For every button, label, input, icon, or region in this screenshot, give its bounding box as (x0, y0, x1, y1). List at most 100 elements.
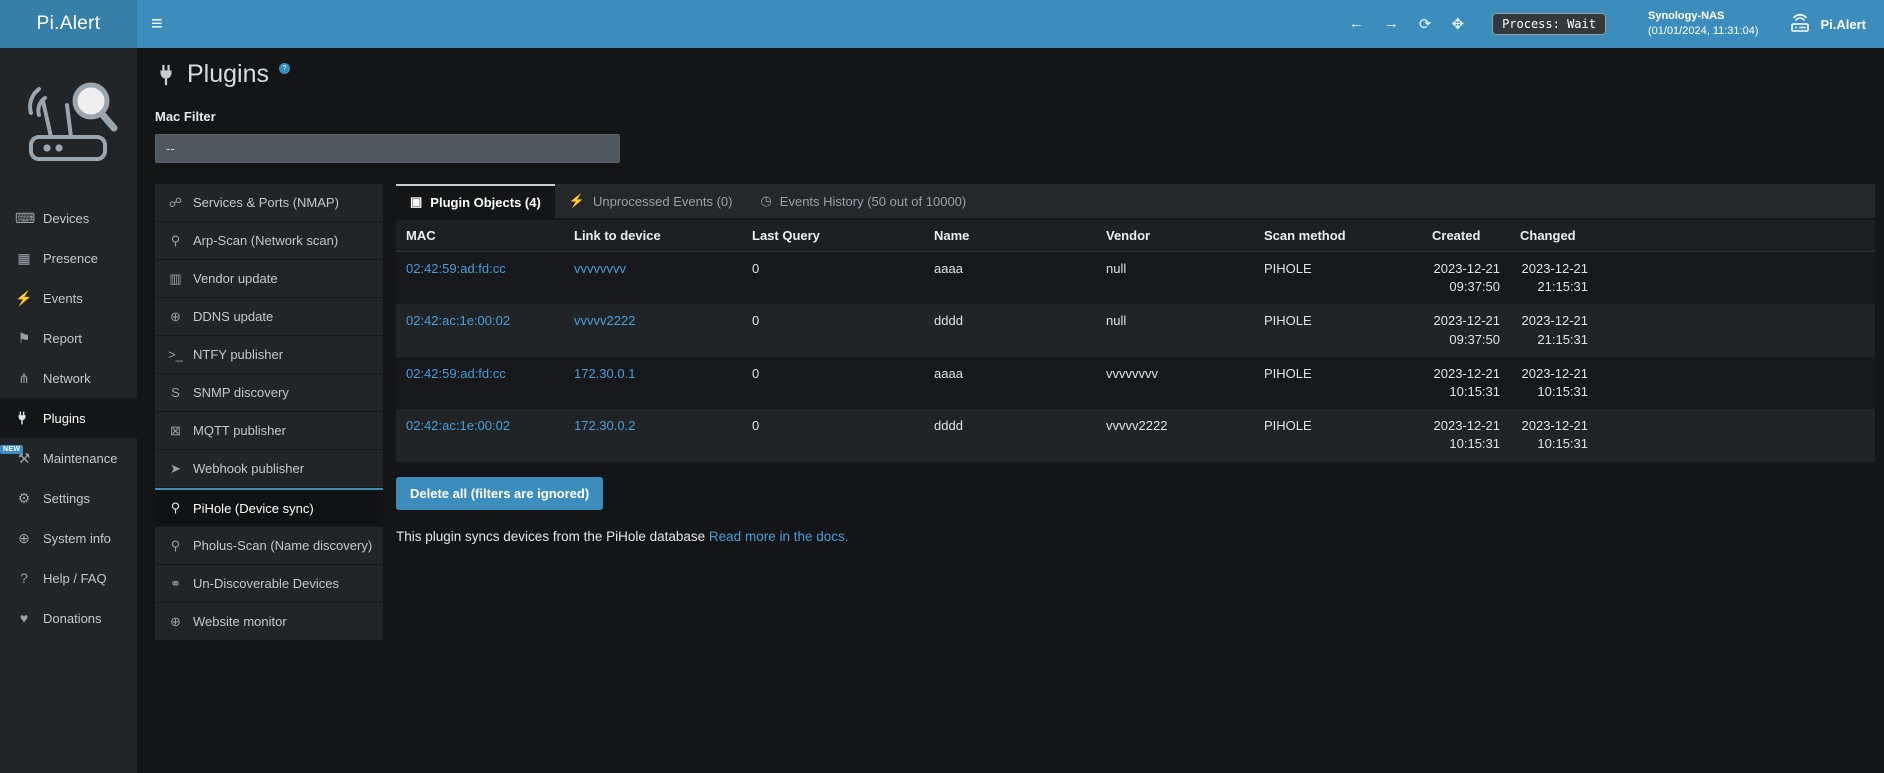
sidebar-item-system-info[interactable]: ⊕ System info (0, 518, 137, 558)
plugin-nav-mqtt-publisher[interactable]: ⊠ MQTT publisher (155, 412, 383, 450)
terminal-icon: >_ (167, 347, 184, 362)
search-icon: ⚲ (167, 500, 184, 516)
sidebar-item-presence[interactable]: ▦ Presence (0, 238, 137, 278)
sidebar-item-label: Devices (43, 211, 89, 226)
mac-link[interactable]: 02:42:ac:1e:00:02 (406, 313, 510, 328)
sidebar-item-donations[interactable]: ♥ Donations (0, 598, 137, 638)
cell-name: dddd (924, 409, 1096, 461)
sidebar-item-plugins[interactable]: Plugins (0, 398, 137, 438)
sidebar-item-network[interactable]: ⋔ Network (0, 358, 137, 398)
plugin-nav-label: NTFY publisher (193, 347, 283, 362)
plugin-nav-label: Website monitor (193, 614, 287, 629)
cell-last-query: 0 (742, 252, 924, 305)
col-header-name: Name (924, 220, 1096, 252)
sidebar-item-settings[interactable]: ⚙ Settings (0, 478, 137, 518)
table-row: 02:42:ac:1e:00:02 vvvvv2222 0 dddd null … (396, 304, 1875, 356)
bolt-icon: ⚡ (569, 193, 585, 209)
plugin-nav-ntfy-publisher[interactable]: >_ NTFY publisher (155, 336, 383, 374)
tab-plugin-objects[interactable]: ▣ Plugin Objects (4) (396, 184, 555, 218)
docs-link[interactable]: Read more in the docs. (709, 529, 849, 544)
device-name: Synology-NAS (1648, 9, 1759, 24)
new-badge: NEW (0, 445, 23, 454)
globe-icon: ⊕ (15, 530, 33, 547)
send-icon: ➤ (167, 461, 184, 477)
mac-link[interactable]: 02:42:59:ad:fd:cc (406, 261, 506, 276)
nmap-icon: ☍ (167, 195, 184, 211)
delete-all-button[interactable]: Delete all (filters are ignored) (396, 477, 603, 510)
docs-info-badge[interactable]: ? (279, 63, 290, 74)
plugin-nav-snmp-discovery[interactable]: S SNMP discovery (155, 374, 383, 412)
clock-icon: ◷ (760, 193, 771, 209)
col-header-link: Link to device (564, 220, 742, 252)
cell-last-query: 0 (742, 304, 924, 356)
plugin-nav-arp-scan[interactable]: ⚲ Arp-Scan (Network scan) (155, 222, 383, 260)
app-logo[interactable]: Pi.Alert (0, 0, 137, 48)
cube-icon: ▣ (410, 194, 422, 210)
page-title: Plugins ? (155, 60, 1875, 89)
device-link[interactable]: 172.30.0.2 (574, 418, 635, 433)
brand-label: Pi.Alert (1820, 17, 1866, 32)
sidebar-item-label: Settings (43, 491, 90, 506)
device-link[interactable]: vvvvv2222 (574, 313, 635, 328)
hamburger-menu-icon[interactable]: ≡ (151, 14, 163, 34)
mac-link[interactable]: 02:42:59:ad:fd:cc (406, 366, 506, 381)
process-status-badge[interactable]: Process: Wait (1492, 13, 1606, 35)
cell-last-query: 0 (742, 409, 924, 461)
tab-events-history[interactable]: ◷ Events History (50 out of 10000) (746, 184, 980, 218)
cell-created: 2023-12-21 09:37:50 (1422, 304, 1510, 356)
gear-icon: ⚙ (15, 490, 33, 507)
plugin-nav-undiscoverable-devices[interactable]: ⚭ Un-Discoverable Devices (155, 565, 383, 603)
header-nav-arrows: ← → ⟳ ✥ (1349, 15, 1464, 33)
plugin-nav-services-ports[interactable]: ☍ Services & Ports (NMAP) (155, 184, 383, 222)
mac-link[interactable]: 02:42:ac:1e:00:02 (406, 418, 510, 433)
search-icon: ⚲ (167, 538, 184, 554)
sidebar-item-label: Events (43, 291, 83, 306)
cell-name: dddd (924, 304, 1096, 356)
plugin-nav-webhook-publisher[interactable]: ➤ Webhook publisher (155, 450, 383, 488)
tab-label: Events History (50 out of 10000) (780, 194, 966, 209)
main-content: Plugins ? Mac Filter ☍ Services & Ports … (137, 48, 1884, 773)
header-brand[interactable]: Pi.Alert (1788, 13, 1866, 35)
device-link[interactable]: vvvvvvvv (574, 261, 626, 276)
cell-vendor: null (1096, 252, 1254, 305)
sidebar-item-report[interactable]: ⚑ Report (0, 318, 137, 358)
plugin-nav-website-monitor[interactable]: ⊕ Website monitor (155, 603, 383, 641)
sidebar-item-events[interactable]: ⚡ Events (0, 278, 137, 318)
cell-created: 2023-12-21 10:15:31 (1422, 409, 1510, 461)
cell-scan-method: PIHOLE (1254, 409, 1422, 461)
cell-last-query: 0 (742, 357, 924, 409)
plugin-description: This plugin syncs devices from the PiHol… (396, 529, 1875, 544)
plugin-nav-vendor-update[interactable]: ▥ Vendor update (155, 260, 383, 298)
forward-icon[interactable]: → (1384, 15, 1399, 33)
cell-created: 2023-12-21 09:37:50 (1422, 252, 1510, 305)
tab-label: Unprocessed Events (0) (593, 194, 732, 209)
mac-filter-input[interactable] (155, 134, 620, 163)
move-icon[interactable]: ✥ (1451, 15, 1464, 33)
device-link[interactable]: 172.30.0.1 (574, 366, 635, 381)
plugin-nav-label: MQTT publisher (193, 423, 286, 438)
bolt-icon: ⚡ (15, 290, 33, 307)
sidebar-item-devices[interactable]: ⌨ Devices (0, 198, 137, 238)
sidebar-item-help-faq[interactable]: ? Help / FAQ (0, 558, 137, 598)
cell-vendor: vvvvv2222 (1096, 409, 1254, 461)
router-logo-illustration (0, 48, 137, 198)
plugin-nav-pholus-scan[interactable]: ⚲ Pholus-Scan (Name discovery) (155, 527, 383, 565)
tab-label: Plugin Objects (4) (430, 195, 541, 210)
cell-name: aaaa (924, 357, 1096, 409)
back-icon[interactable]: ← (1349, 15, 1364, 33)
plugin-nav-ddns-update[interactable]: ⊕ DDNS update (155, 298, 383, 336)
sidebar-item-maintenance[interactable]: NEW ⚒ Maintenance (0, 438, 137, 478)
plugin-nav-label: Arp-Scan (Network scan) (193, 233, 338, 248)
globe-icon: ⊕ (167, 309, 184, 325)
page-title-text: Plugins (187, 60, 269, 89)
plugin-nav-pihole-device-sync[interactable]: ⚲ PiHole (Device sync) (155, 488, 383, 527)
chart-icon: ▥ (167, 271, 184, 287)
plugin-nav: ☍ Services & Ports (NMAP) ⚲ Arp-Scan (Ne… (155, 184, 383, 641)
tab-unprocessed-events[interactable]: ⚡ Unprocessed Events (0) (555, 184, 747, 218)
header-bar: ≡ ← → ⟳ ✥ Process: Wait Synology-NAS (01… (137, 0, 1884, 48)
cell-name: aaaa (924, 252, 1096, 305)
plugin-nav-label: Services & Ports (NMAP) (193, 195, 339, 210)
calendar-icon: ▦ (15, 250, 33, 267)
device-info: Synology-NAS (01/01/2024, 11:31:04) (1648, 9, 1759, 40)
refresh-icon[interactable]: ⟳ (1419, 15, 1432, 33)
